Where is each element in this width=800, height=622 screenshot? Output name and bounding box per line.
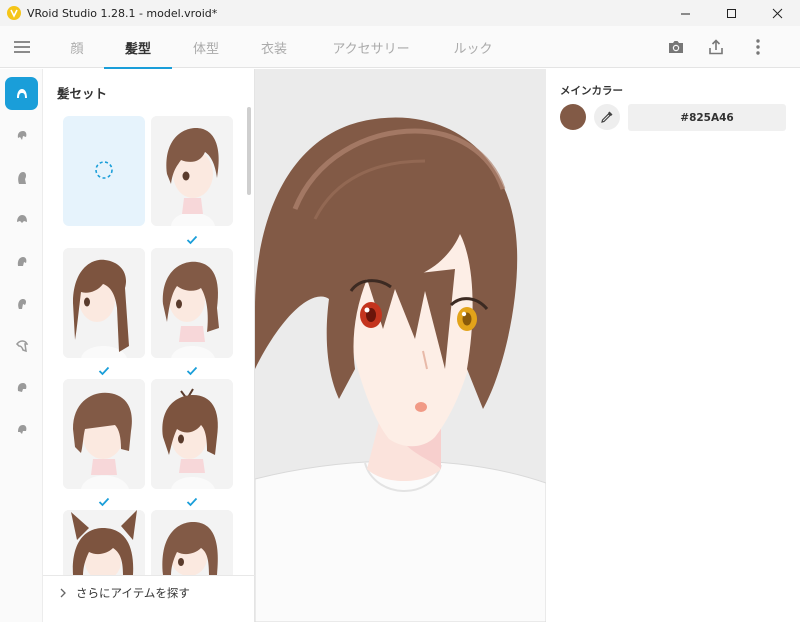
vroid-logo-icon	[7, 6, 21, 20]
hair-item-medium-bob[interactable]	[151, 248, 233, 358]
title-bar: VRoid Studio 1.28.1 - model.vroid*	[0, 0, 800, 26]
selected-check-icon	[98, 497, 110, 507]
panel-scrollbar[interactable]	[247, 107, 251, 195]
rail-hair-extra-icon[interactable]	[5, 287, 38, 320]
tab-body[interactable]: 体型	[180, 26, 232, 68]
tab-hairstyle[interactable]: 髪型	[104, 26, 172, 69]
hair-item-long-straight[interactable]	[63, 248, 145, 358]
color-hex-field[interactable]: #825A46	[628, 104, 786, 131]
rail-hair-base-icon[interactable]	[5, 371, 38, 404]
main-color-label: メインカラー	[560, 85, 623, 97]
selected-check-icon	[186, 497, 198, 507]
tab-outfit[interactable]: 衣装	[248, 26, 300, 68]
selected-check-icon	[186, 235, 198, 245]
hair-item-short-ahoge[interactable]	[151, 379, 233, 489]
chevron-right-icon	[60, 588, 66, 597]
menu-icon[interactable]	[12, 37, 32, 57]
more-vert-icon[interactable]	[748, 37, 768, 57]
rail-side-hair-icon[interactable]	[5, 203, 38, 236]
rail-ahoge-icon[interactable]	[5, 245, 38, 278]
color-panel: メインカラー #825A46	[546, 69, 800, 622]
rail-hair-strand-icon[interactable]	[5, 329, 38, 362]
hair-item-short-bob[interactable]	[151, 116, 233, 226]
hair-item-short-bangs[interactable]	[63, 379, 145, 489]
model-viewport[interactable]	[255, 69, 546, 622]
panel-title: 髪セット	[57, 86, 108, 101]
camera-icon[interactable]	[666, 37, 686, 57]
window-controls	[662, 0, 800, 26]
rail-hair-other-icon[interactable]	[5, 413, 38, 446]
category-rail	[0, 69, 43, 622]
close-button[interactable]	[754, 0, 800, 26]
minimize-button[interactable]	[662, 0, 708, 26]
tab-accessories[interactable]: アクセサリー	[322, 26, 420, 68]
rail-hair-set-icon[interactable]	[5, 77, 38, 110]
find-more-label: さらにアイテムを探す	[76, 585, 190, 600]
share-icon[interactable]	[706, 37, 726, 57]
eyedropper-icon[interactable]	[594, 104, 620, 130]
rail-back-hair-icon[interactable]	[5, 161, 38, 194]
hair-item-bob-round[interactable]	[151, 510, 233, 575]
rail-front-hair-icon[interactable]	[5, 119, 38, 152]
tab-look[interactable]: ルック	[444, 26, 502, 68]
main-color-swatch[interactable]	[560, 104, 586, 130]
hair-item-none[interactable]	[63, 116, 145, 226]
tab-face[interactable]: 顔	[56, 26, 98, 68]
selected-check-icon	[98, 366, 110, 376]
hair-item-cat-ears[interactable]	[63, 510, 145, 575]
selected-check-icon	[186, 366, 198, 376]
find-more-items-link[interactable]: さらにアイテムを探す	[43, 575, 255, 609]
hair-set-panel: 髪セット さらにアイテムを探す	[43, 69, 255, 622]
window-title: VRoid Studio 1.28.1 - model.vroid*	[27, 6, 218, 20]
main-nav: 顔 髪型 体型 衣装 アクセサリー ルック	[0, 26, 800, 69]
maximize-button[interactable]	[708, 0, 754, 26]
